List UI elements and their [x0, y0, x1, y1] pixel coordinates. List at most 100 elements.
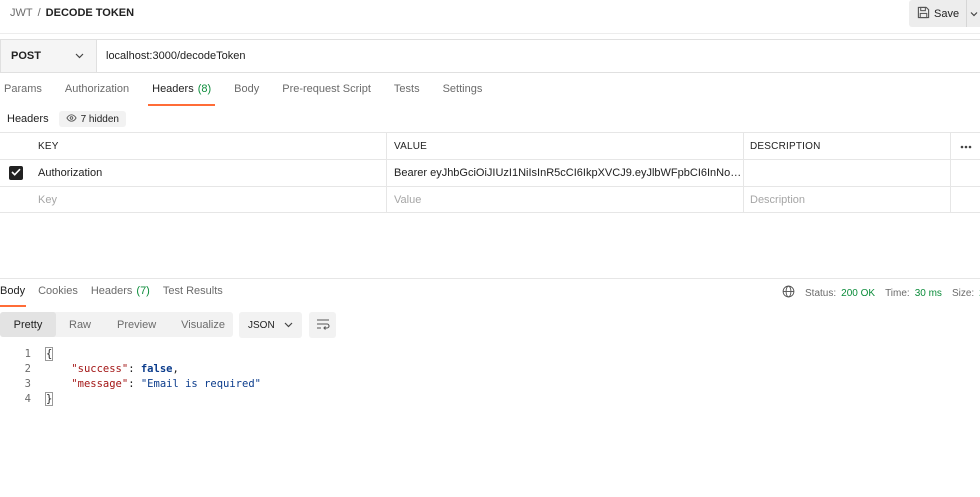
method-select[interactable]: POST: [1, 40, 97, 72]
breadcrumb-collection[interactable]: JWT: [10, 7, 33, 19]
time-label: Time:: [885, 287, 910, 299]
request-title[interactable]: DECODE TOKEN: [46, 7, 134, 19]
row-spacer-cell: [951, 160, 980, 186]
view-preview-button[interactable]: Preview: [117, 312, 156, 337]
response-status: Status: 200 OK Time: 30 ms Size: 28: [782, 285, 980, 301]
checkmark-icon: [10, 167, 21, 179]
code-line: 2 "success": false,: [0, 361, 261, 376]
new-value-input[interactable]: Value: [387, 187, 744, 212]
key-placeholder: Key: [38, 193, 57, 206]
header-divider: [0, 33, 980, 34]
tab-label: Settings: [442, 83, 483, 95]
table-header-row: KEY VALUE DESCRIPTION: [0, 132, 980, 159]
tab-label: Pre-request Script: [282, 83, 371, 95]
save-icon: [917, 6, 930, 22]
header-enabled-checkbox[interactable]: [8, 166, 23, 180]
response-tab-headers[interactable]: Headers (7): [91, 285, 150, 307]
column-label: KEY: [38, 140, 59, 152]
header-key-text: Authorization: [38, 167, 103, 179]
description-placeholder: Description: [750, 193, 806, 206]
headers-table: KEY VALUE DESCRIPTION Authorization Bear…: [0, 132, 980, 213]
code-line: 3 "message": "Email is required": [0, 376, 261, 391]
row-checkbox-cell: [0, 160, 31, 186]
hidden-headers-label: 7 hidden: [80, 113, 119, 125]
headers-toolbar: Headers 7 hidden: [0, 111, 126, 127]
code-line: 4 }: [0, 391, 261, 406]
globe-icon[interactable]: [782, 285, 795, 301]
response-tabs: Body Cookies Headers (7) Test Results: [0, 285, 236, 307]
column-header-description: DESCRIPTION: [744, 133, 951, 159]
header-key-cell[interactable]: Authorization: [31, 160, 387, 186]
view-raw-button[interactable]: Raw: [69, 312, 91, 337]
new-description-input[interactable]: Description: [744, 187, 951, 212]
tab-pre-request-script[interactable]: Pre-request Script: [278, 83, 371, 105]
size-label: Size:: [951, 287, 975, 299]
row-checkbox-cell: [0, 187, 31, 212]
tab-tests[interactable]: Tests: [390, 83, 420, 105]
table-row: Authorization Bearer eyJhbGciOiJIUzI1NiI…: [0, 159, 980, 186]
breadcrumb: JWT / DECODE TOKEN: [10, 7, 134, 19]
save-button[interactable]: Save: [909, 0, 966, 27]
code-line: 1 {: [0, 346, 261, 361]
eye-icon: [65, 113, 77, 125]
close-brace: }: [44, 391, 54, 406]
chevron-down-icon: [284, 320, 293, 331]
tab-label: Authorization: [64, 83, 130, 95]
status-value[interactable]: 200 OK: [841, 288, 875, 299]
request-tabs: Params Authorization Headers (8) Body Pre…: [0, 83, 501, 106]
view-visualize-button[interactable]: Visualize: [181, 312, 225, 337]
request-url-bar: POST localhost:3000/decodeToken: [0, 39, 980, 73]
line-number: 1: [24, 347, 31, 360]
chevron-down-icon: [970, 8, 978, 20]
save-label: Save: [934, 7, 960, 20]
wrap-lines-button[interactable]: [309, 312, 336, 338]
tab-label: Params: [4, 83, 42, 95]
view-mode-toggle: Pretty Raw Preview Visualize: [0, 312, 233, 337]
line-number: 2: [24, 362, 31, 375]
tab-label: Headers: [152, 83, 194, 95]
tab-label: Body: [0, 285, 26, 297]
column-header-key: KEY: [31, 133, 387, 159]
tab-label: Cookies: [38, 285, 78, 297]
tab-label: Tests: [393, 83, 420, 95]
url-input[interactable]: localhost:3000/decodeToken: [97, 40, 980, 72]
hidden-headers-toggle[interactable]: 7 hidden: [58, 111, 126, 127]
new-key-input[interactable]: Key: [31, 187, 387, 212]
chevron-down-icon: [75, 50, 84, 62]
value-placeholder: Value: [394, 193, 422, 206]
save-button-group: Save: [909, 0, 980, 27]
tab-headers[interactable]: Headers (8): [148, 83, 216, 106]
open-brace: {: [44, 346, 54, 361]
json-key-success: "success": [71, 362, 129, 375]
tab-authorization[interactable]: Authorization: [61, 83, 129, 105]
tab-label: Test Results: [162, 285, 223, 297]
response-divider[interactable]: [0, 278, 980, 279]
line-number: 4: [24, 392, 31, 405]
more-options-button[interactable]: [951, 133, 980, 159]
tab-params[interactable]: Params: [0, 83, 42, 105]
json-value-success: false: [140, 362, 173, 375]
format-label: JSON: [248, 319, 275, 331]
more-icon: [960, 140, 972, 152]
table-row-new: Key Value Description: [0, 186, 980, 213]
tab-body[interactable]: Body: [230, 83, 259, 105]
header-description-cell[interactable]: [744, 160, 951, 186]
headers-section-label: Headers: [7, 113, 49, 125]
response-tab-cookies[interactable]: Cookies: [38, 285, 78, 307]
response-tab-test-results[interactable]: Test Results: [163, 285, 223, 307]
tab-label: Body: [234, 83, 260, 95]
method-label: POST: [11, 50, 41, 62]
response-body-editor[interactable]: 1 { 2 "success": false, 3 "message": "Em…: [0, 346, 261, 406]
save-options-button[interactable]: [966, 0, 980, 27]
header-value-cell[interactable]: Bearer eyJhbGciOiJIUzI1NiIsInR5cCI6IkpXV…: [387, 160, 744, 186]
format-select[interactable]: JSON: [239, 312, 302, 338]
view-pretty-button[interactable]: Pretty: [0, 312, 56, 337]
response-tab-body[interactable]: Body: [0, 285, 27, 307]
tab-settings[interactable]: Settings: [439, 83, 483, 105]
row-spacer-cell: [951, 187, 980, 212]
line-number: 3: [24, 377, 31, 390]
json-value-message: "Email is required": [140, 377, 261, 390]
column-label: VALUE: [394, 140, 428, 152]
time-value[interactable]: 30 ms: [915, 288, 942, 299]
wrap-lines-icon: [316, 318, 330, 333]
